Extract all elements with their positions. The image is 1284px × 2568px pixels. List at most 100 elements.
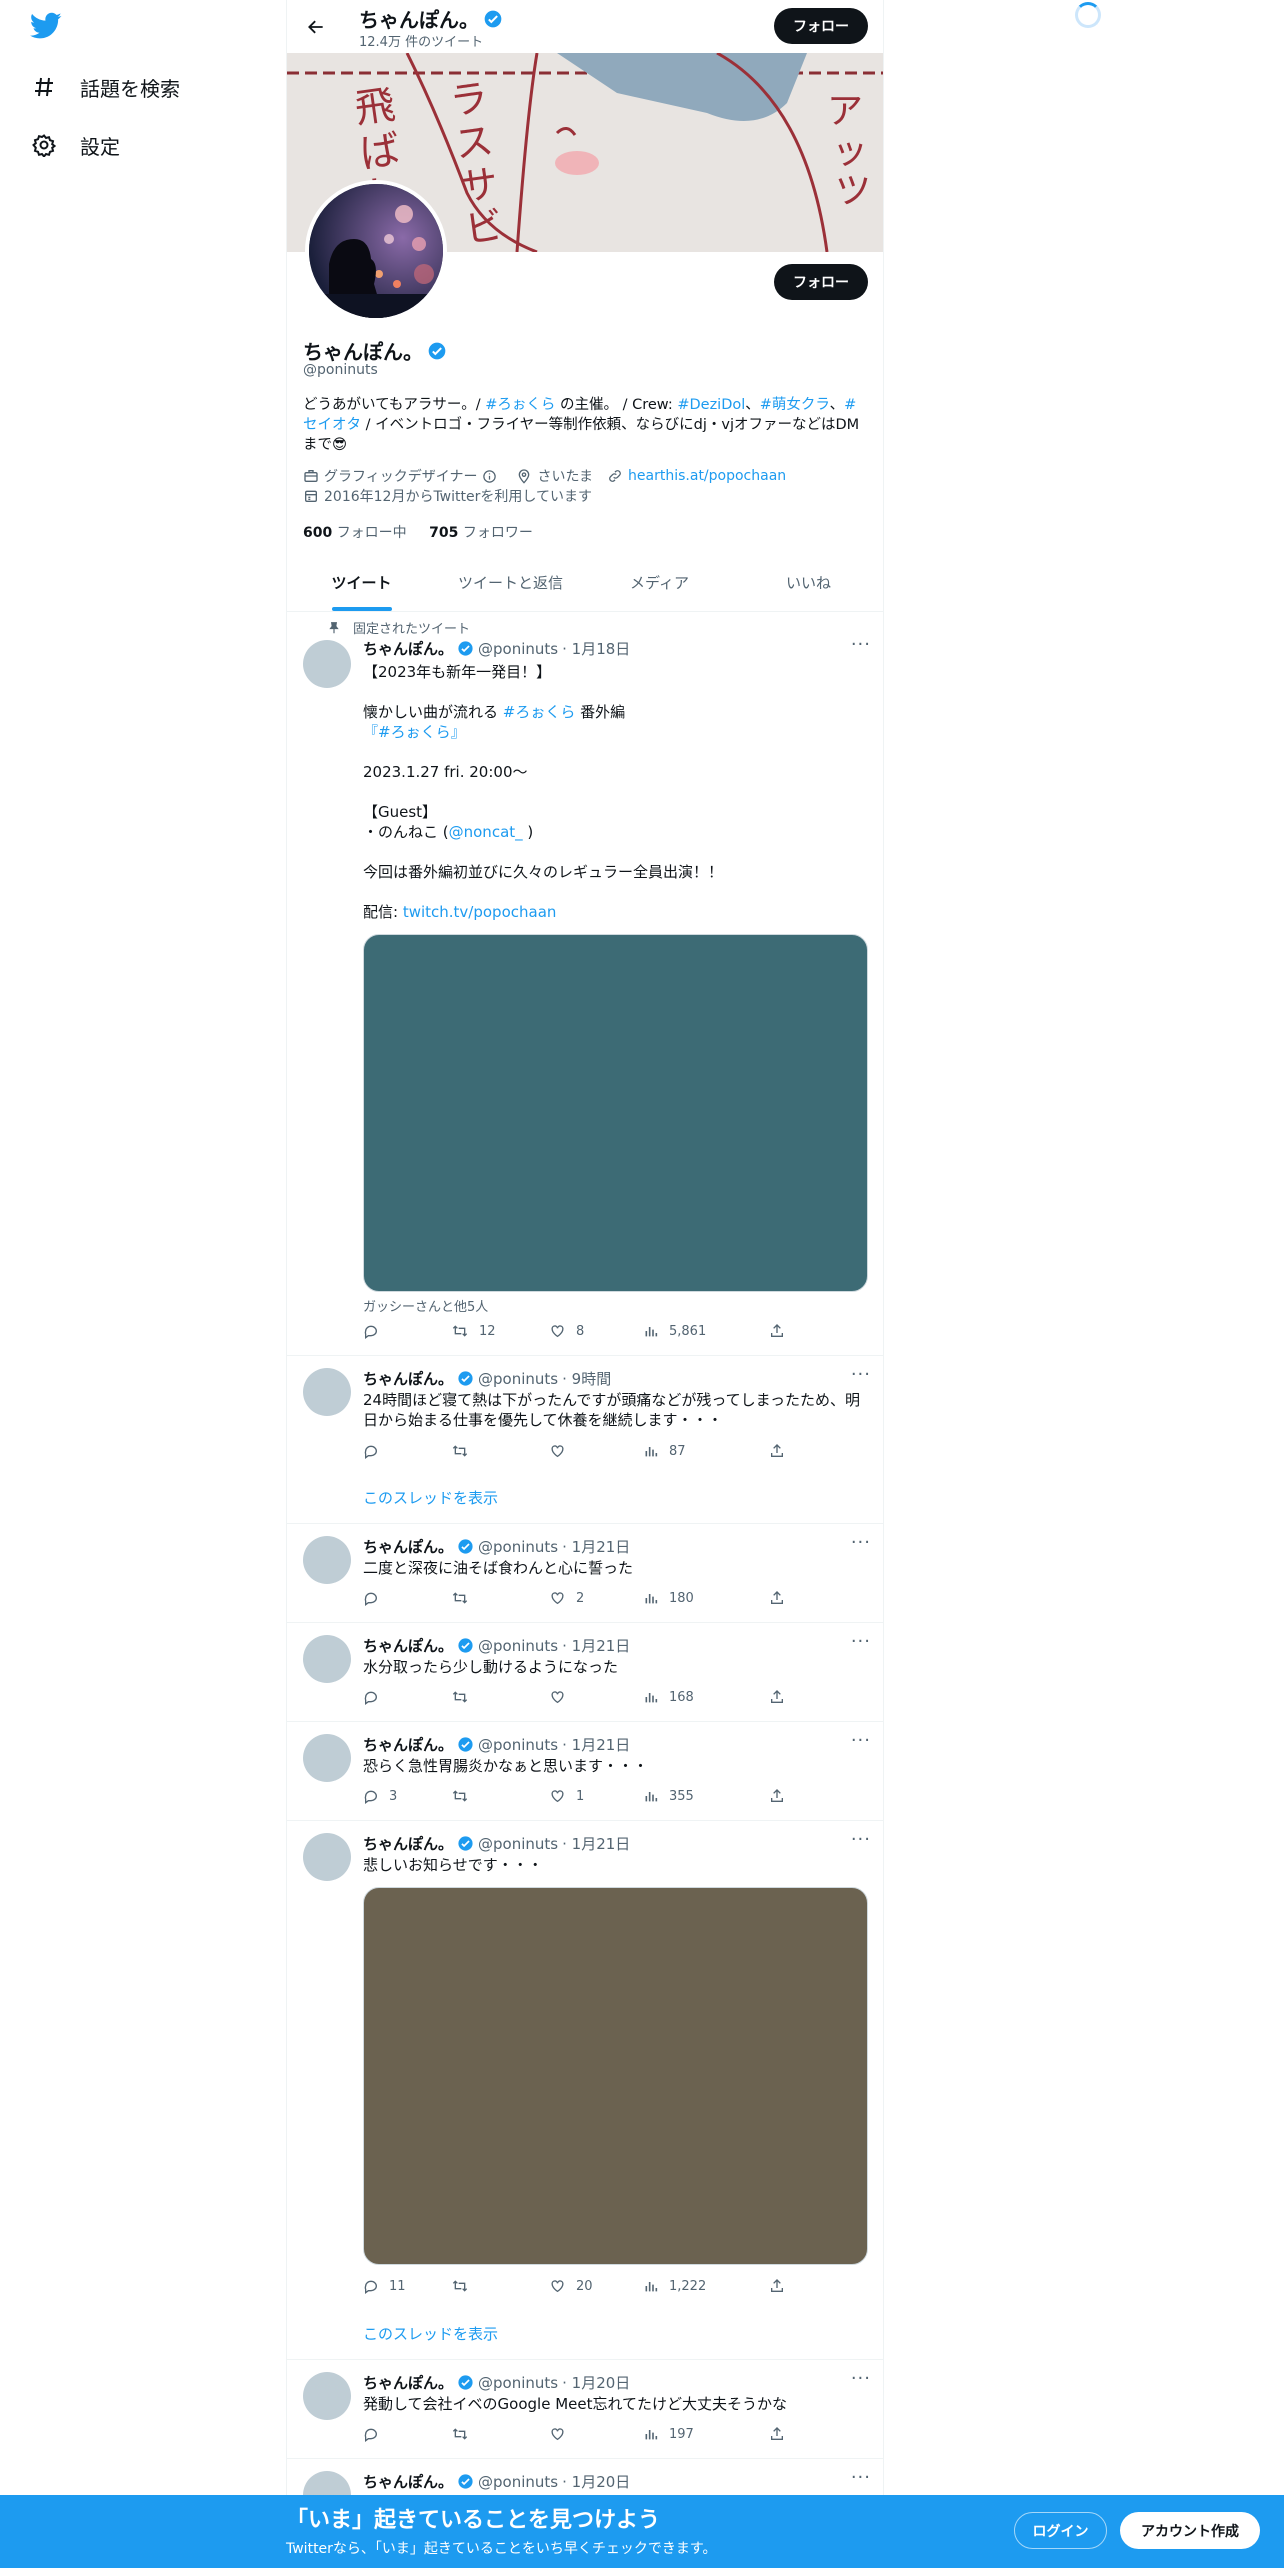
- share-button[interactable]: [769, 2278, 795, 2294]
- nav-settings[interactable]: 設定: [30, 121, 120, 169]
- reply-button[interactable]: [363, 1323, 389, 1339]
- tweet-author-name[interactable]: ちゃんぽん。: [363, 2471, 453, 2492]
- tweet-author-handle[interactable]: @poninuts: [478, 640, 558, 658]
- more-icon[interactable]: ···: [851, 2467, 871, 2488]
- views-button[interactable]: 87: [643, 1443, 686, 1459]
- show-thread-link[interactable]: このスレッドを表示: [363, 1487, 498, 1508]
- tweet-author-name[interactable]: ちゃんぽん。: [363, 1635, 453, 1656]
- more-icon[interactable]: ···: [851, 1532, 871, 1553]
- tweet-time[interactable]: · 1月20日: [562, 2471, 630, 2492]
- share-button[interactable]: [769, 1590, 795, 1606]
- tweet-item[interactable]: ちゃんぽん。 @poninuts · 1月20日 ··· 発動して会社イベのGo…: [287, 2360, 883, 2459]
- tweet-item[interactable]: 固定されたツイート ちゃんぽん。 @poninuts · 1月18日 ··· 【…: [287, 612, 883, 1356]
- profile-website[interactable]: hearthis.at/popochaan: [607, 468, 786, 484]
- retweet-button[interactable]: [451, 1788, 479, 1804]
- tweet-url-link[interactable]: twitch.tv/popochaan: [403, 903, 557, 921]
- views-button[interactable]: 355: [643, 1788, 694, 1804]
- tweet-item[interactable]: ちゃんぽん。 @poninuts · 9時間 ··· 24時間ほど寝て熱は下がっ…: [287, 1356, 883, 1524]
- following-link[interactable]: 600 フォロー中: [303, 525, 407, 541]
- profile-website-link[interactable]: hearthis.at/popochaan: [628, 468, 786, 484]
- tweet-author-name[interactable]: ちゃんぽん。: [363, 638, 453, 659]
- tweet-time[interactable]: · 1月21日: [562, 1536, 630, 1557]
- tweet-media-image[interactable]: [363, 1887, 868, 2265]
- tweet-author-name[interactable]: ちゃんぽん。: [363, 1536, 453, 1557]
- tweet-item[interactable]: ちゃんぽん。 @poninuts · 1月21日 ··· 二度と深夜に油そば食わ…: [287, 1524, 883, 1623]
- reply-button[interactable]: [363, 1443, 389, 1459]
- reply-button[interactable]: 11: [363, 2278, 406, 2294]
- tweet-author-handle[interactable]: @poninuts: [478, 2473, 558, 2491]
- tweet-author-name[interactable]: ちゃんぽん。: [363, 2372, 453, 2393]
- signup-button[interactable]: アカウント作成: [1120, 2512, 1260, 2549]
- more-icon[interactable]: ···: [851, 634, 871, 655]
- more-icon[interactable]: ···: [851, 1631, 871, 1652]
- avatar[interactable]: [303, 2372, 351, 2420]
- tweet-time[interactable]: · 9時間: [562, 1368, 611, 1389]
- more-icon[interactable]: ···: [851, 2368, 871, 2389]
- tweet-author-handle[interactable]: @poninuts: [478, 1538, 558, 1556]
- tweet-time[interactable]: · 1月18日: [562, 638, 630, 659]
- nav-explore[interactable]: 話題を検索: [30, 63, 180, 111]
- login-button[interactable]: ログイン: [1014, 2512, 1107, 2549]
- like-button[interactable]: 1: [549, 1788, 584, 1804]
- views-button[interactable]: 180: [643, 1590, 694, 1606]
- like-button[interactable]: [549, 1689, 576, 1705]
- header-follow-button[interactable]: フォロー: [774, 8, 868, 44]
- reply-button[interactable]: [363, 1689, 389, 1705]
- reply-button[interactable]: [363, 1590, 389, 1606]
- like-button[interactable]: 2: [549, 1590, 584, 1606]
- tab-media[interactable]: メディア: [585, 554, 734, 611]
- tab-tweets-and-replies[interactable]: ツイートと返信: [436, 554, 585, 611]
- show-thread-link[interactable]: このスレッドを表示: [363, 2323, 498, 2344]
- tweet-author-handle[interactable]: @poninuts: [478, 1370, 558, 1388]
- like-button[interactable]: [549, 2426, 576, 2442]
- reply-button[interactable]: [363, 2426, 389, 2442]
- profile-avatar[interactable]: [305, 180, 447, 322]
- views-button[interactable]: 1,222: [643, 2278, 706, 2294]
- tab-likes[interactable]: いいね: [734, 554, 883, 611]
- info-icon[interactable]: [482, 469, 497, 484]
- tweet-author-name[interactable]: ちゃんぽん。: [363, 1368, 453, 1389]
- tweet-time[interactable]: · 1月20日: [562, 2372, 630, 2393]
- tweet-mention-link[interactable]: @noncat_: [449, 823, 523, 841]
- tweet-author-handle[interactable]: @poninuts: [478, 1835, 558, 1853]
- tweet-author-handle[interactable]: @poninuts: [478, 1637, 558, 1655]
- avatar[interactable]: [303, 1734, 351, 1782]
- avatar[interactable]: [303, 1368, 351, 1416]
- twitter-logo-icon[interactable]: [29, 12, 66, 44]
- tweet-time[interactable]: · 1月21日: [562, 1635, 630, 1656]
- tweet-time[interactable]: · 1月21日: [562, 1833, 630, 1854]
- tweet-hashtag-link[interactable]: #ろぉくら: [503, 703, 576, 721]
- more-icon[interactable]: ···: [851, 1829, 871, 1850]
- tweet-media-image[interactable]: [363, 934, 868, 1292]
- views-button[interactable]: 168: [643, 1689, 694, 1705]
- tweet-author-handle[interactable]: @poninuts: [478, 2374, 558, 2392]
- tweet-author-name[interactable]: ちゃんぽん。: [363, 1833, 453, 1854]
- retweet-button[interactable]: [451, 1590, 479, 1606]
- more-icon[interactable]: ···: [851, 1730, 871, 1751]
- reply-button[interactable]: 3: [363, 1788, 397, 1804]
- retweet-button[interactable]: [451, 2426, 479, 2442]
- avatar[interactable]: [303, 1635, 351, 1683]
- share-button[interactable]: [769, 1443, 795, 1459]
- like-button[interactable]: 20: [549, 2278, 593, 2294]
- avatar[interactable]: [303, 1536, 351, 1584]
- tweet-author-handle[interactable]: @poninuts: [478, 1736, 558, 1754]
- tweet-author-name[interactable]: ちゃんぽん。: [363, 1734, 453, 1755]
- profile-follow-button[interactable]: フォロー: [774, 264, 868, 300]
- tagged-users[interactable]: ガッシーさんと他5人: [363, 1296, 488, 1315]
- share-button[interactable]: [769, 2426, 795, 2442]
- more-icon[interactable]: ···: [851, 1364, 871, 1385]
- views-button[interactable]: 197: [643, 2426, 694, 2442]
- bio-hashtag-link[interactable]: #萌女クラ: [760, 397, 830, 413]
- bio-hashtag-link[interactable]: #ろぉくら: [485, 397, 555, 413]
- retweet-button[interactable]: [451, 1689, 479, 1705]
- tab-tweets[interactable]: ツイート: [287, 554, 436, 611]
- tweet-item[interactable]: ちゃんぽん。 @poninuts · 1月21日 ··· 水分取ったら少し動ける…: [287, 1623, 883, 1722]
- retweet-button[interactable]: [451, 1443, 479, 1459]
- tweet-hashtag-link[interactable]: 『#ろぉくら』: [363, 722, 873, 742]
- bio-hashtag-link[interactable]: #DeziDol: [677, 397, 745, 413]
- avatar[interactable]: [303, 1833, 351, 1881]
- tweet-time[interactable]: · 1月21日: [562, 1734, 630, 1755]
- tweet-item[interactable]: ちゃんぽん。 @poninuts · 1月21日 ··· 恐らく急性胃腸炎かなぁ…: [287, 1722, 883, 1821]
- followers-link[interactable]: 705 フォロワー: [429, 525, 533, 541]
